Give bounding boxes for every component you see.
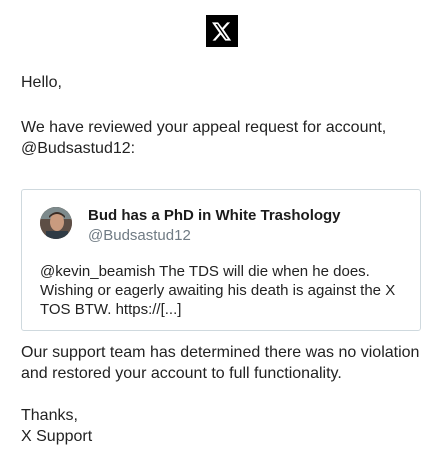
appeal-intro-text: We have reviewed your appeal request for… (21, 119, 387, 157)
signoff-text: Thanks, (21, 407, 78, 424)
tweet-text: @kevin_beamish The TDS will die when he … (40, 263, 396, 318)
signature-text: X Support (21, 428, 93, 445)
greeting-text: Hello, (21, 74, 62, 91)
avatar (40, 207, 72, 239)
quoted-tweet-card[interactable]: Bud has a PhD in White Trashology @Budsa… (21, 189, 421, 331)
tweet-display-name: Bud has a PhD in White Trashology (88, 207, 341, 224)
x-logo (206, 15, 238, 47)
x-logo-icon (212, 21, 232, 41)
resolution-text: Our support team has determined there wa… (21, 344, 420, 382)
tweet-handle: @Budsastud12 (88, 227, 191, 244)
